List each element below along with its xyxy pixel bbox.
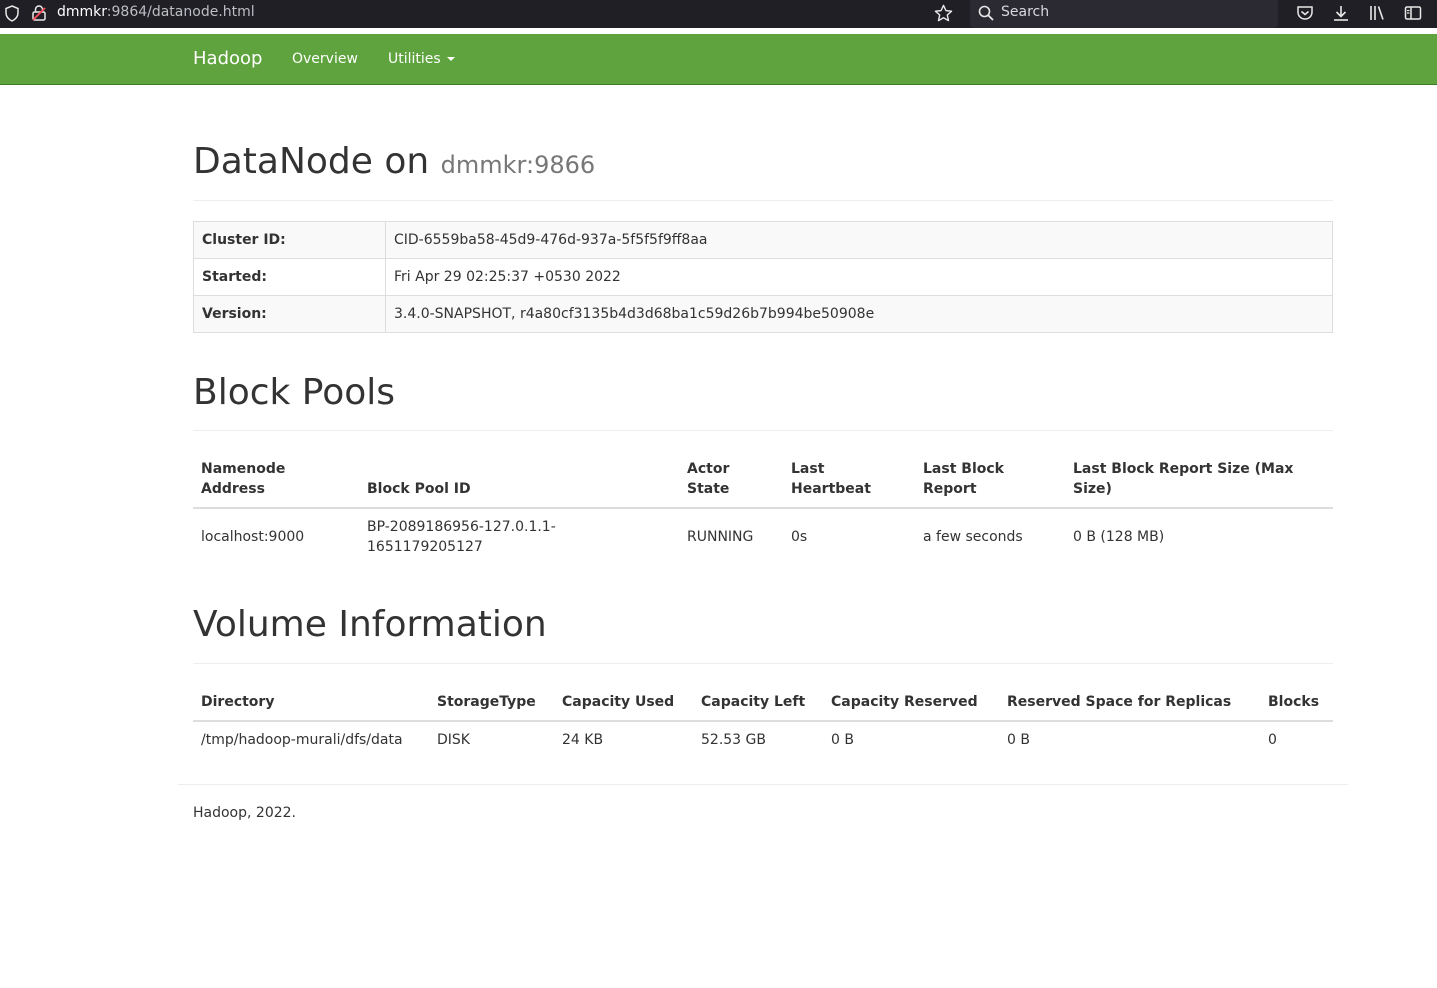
column-header: Last Block Report Size (Max Size) [1065,451,1333,510]
page-title: DataNode on dmmkr:9866 [193,142,1333,182]
nav-utilities-label: Utilities [388,51,441,67]
column-header: Last Block Report [915,451,1065,510]
caret-down-icon [446,57,455,61]
search-icon [978,5,994,21]
url-host: dmmkr [57,4,107,20]
sidebar-icon[interactable] [1404,4,1422,22]
page-title-text: DataNode on [193,141,430,182]
page-footer: Hadoop, 2022. [178,784,1348,841]
column-header: Capacity Reserved [823,683,999,722]
address-bar[interactable]: dmmkr:9864/datanode.html [57,4,255,20]
table-cell: localhost:9000 [201,529,305,546]
column-header: Reserved Space for Replicas [999,683,1260,722]
table-cell: RUNNING [687,529,754,546]
info-value: Fri Apr 29 02:25:37 +0530 2022 [385,257,1333,296]
table-cell: 0 B (128 MB) [1073,529,1165,546]
top-navbar: Hadoop Overview Utilities [0,34,1437,85]
info-value: 3.4.0-SNAPSHOT, r4a80cf3135b4d3d68ba1c59… [385,294,1333,333]
table-cell: /tmp/hadoop-murali/dfs/data [201,731,403,748]
footer-text: Hadoop, 2022. [193,805,296,821]
info-value: CID-6559ba58-45d9-476d-937a-5f5f5f9ff8aa [385,220,1333,259]
table-cell: 52.53 GB [701,731,766,748]
column-header: Directory [193,683,429,722]
block-pools-table: Namenode Address Block Pool ID Actor State… [193,451,1333,565]
nav-overview[interactable]: Overview [292,51,358,67]
volume-info-header: Volume Information [193,605,1333,664]
navbar-brand[interactable]: Hadoop [193,48,262,69]
nav-utilities-dropdown[interactable]: Utilities [388,51,455,67]
page-subtitle: dmmkr:9866 [440,151,596,179]
library-icon[interactable] [1368,4,1386,22]
info-key: Cluster ID: [193,220,386,259]
search-placeholder: Search [1001,4,1050,20]
column-header: Namenode Address [193,451,359,510]
table-cell: 0 B [1007,731,1030,748]
info-row: Started: Fri Apr 29 02:25:37 +0530 2022 [193,257,1333,296]
column-header: Block Pool ID [359,451,679,510]
browser-toolbar: dmmkr:9864/datanode.html Search [0,0,1437,28]
column-header: Capacity Left [693,683,823,722]
column-header: StorageType [429,683,554,722]
info-key: Version: [193,294,386,333]
url-path: :9864/datanode.html [106,4,255,20]
table-cell: 24 KB [562,731,604,748]
browser-search-box[interactable]: Search [970,0,1278,28]
column-header: Blocks [1260,683,1333,722]
column-header: Capacity Used [554,683,693,722]
info-key: Started: [193,257,386,296]
table-cell: 0 B [831,731,854,748]
overview-table: Cluster ID: CID-6559ba58-45d9-476d-937a-5… [193,220,1333,333]
volume-info-table: Directory StorageType Capacity Used Capacit… [193,683,1333,758]
info-row: Version: 3.4.0-SNAPSHOT, r4a80cf3135b4d3d… [193,294,1333,333]
pocket-icon[interactable] [1296,4,1314,22]
main-content: DataNode on dmmkr:9866 Cluster ID: CID-65… [193,85,1333,758]
table-row: localhost:9000 BP-2089186956-127.0.1.1-16… [193,508,1333,565]
table-cell: BP-2089186956-127.0.1.1-1651179205127 [367,519,556,556]
block-pools-header: Block Pools [193,371,1333,432]
table-cell: a few seconds [923,529,1023,546]
info-row: Cluster ID: CID-6559ba58-45d9-476d-937a-5… [193,220,1333,259]
block-pools-title: Block Pools [193,371,396,413]
insecure-lock-icon[interactable] [32,5,46,21]
table-cell: 0 [1268,731,1277,748]
column-header: Actor State [679,451,783,510]
table-cell: DISK [437,731,470,748]
column-header: Last Heartbeat [783,451,915,510]
table-cell: 0s [791,529,808,546]
page-header: DataNode on dmmkr:9866 [193,142,1333,201]
volume-info-title: Volume Information [193,604,547,646]
table-row: /tmp/hadoop-murali/dfs/data DISK 24 KB 52.5… [193,721,1333,758]
download-icon[interactable] [1332,4,1350,22]
bookmark-star-icon[interactable] [934,4,953,22]
shield-icon[interactable] [4,5,20,22]
